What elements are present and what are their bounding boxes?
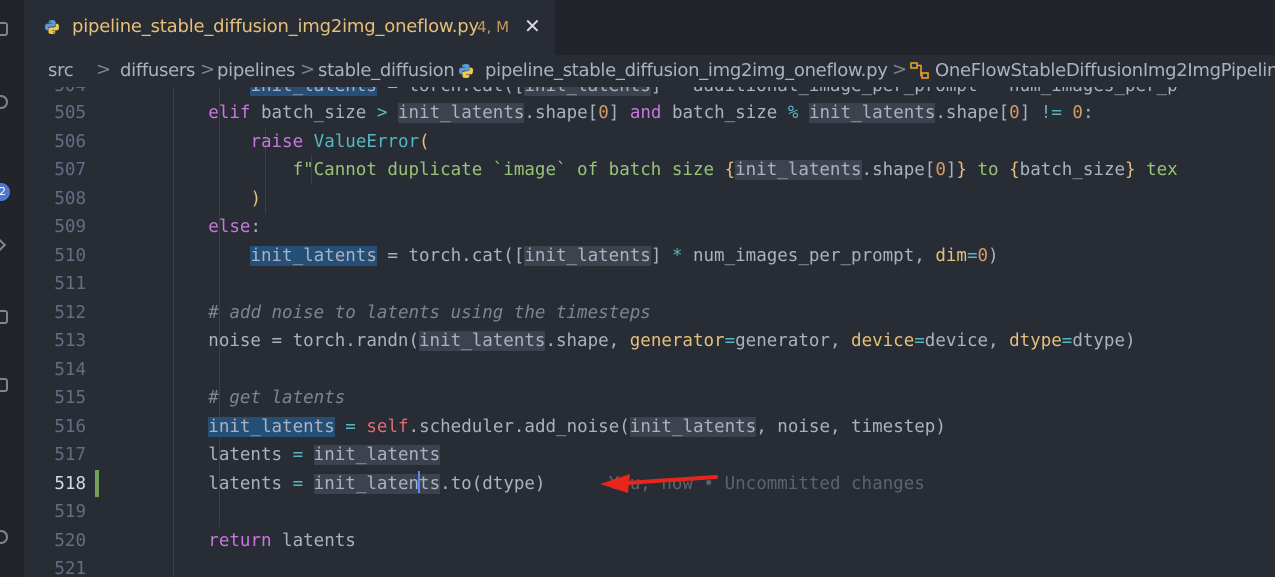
code-line: 505 elif batch_size > init_latents.shape…	[24, 99, 1275, 128]
chevron-right-icon: >	[300, 59, 315, 80]
code-text: )	[250, 188, 261, 209]
code-line: 516 init_latents = self.scheduler.add_no…	[24, 413, 1275, 442]
close-icon[interactable]: ✕	[524, 14, 541, 38]
line-number: 506	[54, 131, 86, 152]
extensions-icon[interactable]	[0, 310, 8, 324]
line-number: 514	[54, 359, 86, 380]
code-line: 514	[24, 356, 1275, 385]
tab-modified-status: 4, M	[477, 18, 510, 36]
line-number: 510	[54, 245, 86, 266]
line-number: 518	[54, 473, 86, 494]
code-line: 517 latents = init_latents	[24, 441, 1275, 470]
line-number: 511	[54, 274, 86, 294]
python-icon	[45, 20, 59, 34]
breadcrumb-item-class[interactable]: OneFlowStableDiffusionImg2ImgPipelin	[935, 60, 1275, 81]
code-line: 521	[24, 555, 1275, 577]
code-line: 519	[24, 498, 1275, 527]
code-editor[interactable]: 504 init_latents = torch.cat([init_laten…	[24, 87, 1275, 577]
red-arrow-annotation	[600, 474, 718, 493]
code-line: 510 init_latents = torch.cat([init_laten…	[24, 242, 1275, 271]
chevron-right-icon: >	[96, 59, 111, 80]
line-number: 515	[54, 388, 86, 408]
code-text: else:	[208, 217, 261, 237]
explorer-icon[interactable]	[0, 22, 8, 36]
code-line: 520 return latents	[24, 527, 1275, 556]
remote-explorer-icon[interactable]	[0, 378, 8, 392]
line-number: 509	[54, 217, 86, 237]
code-text: # add noise to latents using the timeste…	[208, 302, 651, 323]
class-symbol-icon	[910, 62, 929, 79]
code-line: 512 # add noise to latents using the tim…	[24, 299, 1275, 328]
editor-tab[interactable]: pipeline_stable_diffusion_img2img_oneflo…	[24, 0, 555, 55]
code-text: f"Cannot duplicate `image` of batch size…	[292, 160, 1178, 180]
python-icon	[459, 64, 473, 78]
line-number: 512	[54, 302, 86, 323]
breadcrumb-item-file[interactable]: pipeline_stable_diffusion_img2img_oneflo…	[485, 60, 888, 81]
scm-badge: 2	[0, 183, 10, 201]
breadcrumb-item-diffusers[interactable]: diffusers	[120, 60, 195, 81]
code-line: 506 raise ValueError(	[24, 128, 1275, 157]
line-number: 508	[54, 188, 86, 209]
code-line: 508 )	[24, 185, 1275, 214]
line-number: 516	[54, 416, 86, 437]
line-number: 521	[54, 559, 86, 577]
code-text: init_latents = self.scheduler.add_noise(…	[208, 416, 946, 437]
search-icon[interactable]	[0, 95, 8, 109]
code-text: latents = init_latents	[124, 445, 441, 465]
line-number: 517	[54, 445, 86, 465]
tab-filename: pipeline_stable_diffusion_img2img_oneflo…	[72, 16, 479, 37]
code-text: # get latents	[208, 388, 346, 408]
code-line: 515 # get latents	[24, 384, 1275, 413]
code-text: noise = torch.randn(init_latents.shape, …	[124, 331, 1136, 351]
code-text: raise ValueError(	[250, 131, 430, 152]
chevron-right-icon: >	[200, 59, 215, 80]
text-cursor	[418, 470, 421, 493]
code-text: init_latents = torch.cat([init_latents] …	[250, 245, 999, 266]
activity-bar: 2	[0, 0, 24, 577]
code-line: 513 noise = torch.randn(init_latents.sha…	[24, 327, 1275, 356]
code-line: 511	[24, 270, 1275, 299]
code-text: return latents	[208, 530, 356, 551]
breadcrumb: src > diffusers > pipelines > stable_dif…	[24, 55, 1275, 87]
line-number: 513	[54, 331, 86, 351]
tab-bar: pipeline_stable_diffusion_img2img_oneflo…	[24, 0, 1275, 55]
breadcrumb-item-stable-diffusion[interactable]: stable_diffusion	[318, 60, 455, 81]
code-text: latents = init_latents.to(dtype) You, no…	[124, 470, 925, 498]
accounts-icon[interactable]	[0, 530, 8, 544]
code-line: 509 else:	[24, 213, 1275, 242]
run-debug-icon[interactable]	[0, 237, 7, 253]
breadcrumb-item-pipelines[interactable]: pipelines	[217, 60, 295, 81]
line-number: 505	[54, 103, 86, 123]
line-number: 520	[54, 530, 86, 551]
code-line: 507 f"Cannot duplicate `image` of batch …	[24, 156, 1275, 185]
line-number: 519	[54, 502, 86, 522]
line-number: 507	[54, 160, 86, 180]
code-text: elif batch_size > init_latents.shape[0] …	[208, 103, 1094, 123]
chevron-right-icon: >	[892, 59, 907, 80]
breadcrumb-item-src[interactable]: src	[48, 60, 74, 81]
